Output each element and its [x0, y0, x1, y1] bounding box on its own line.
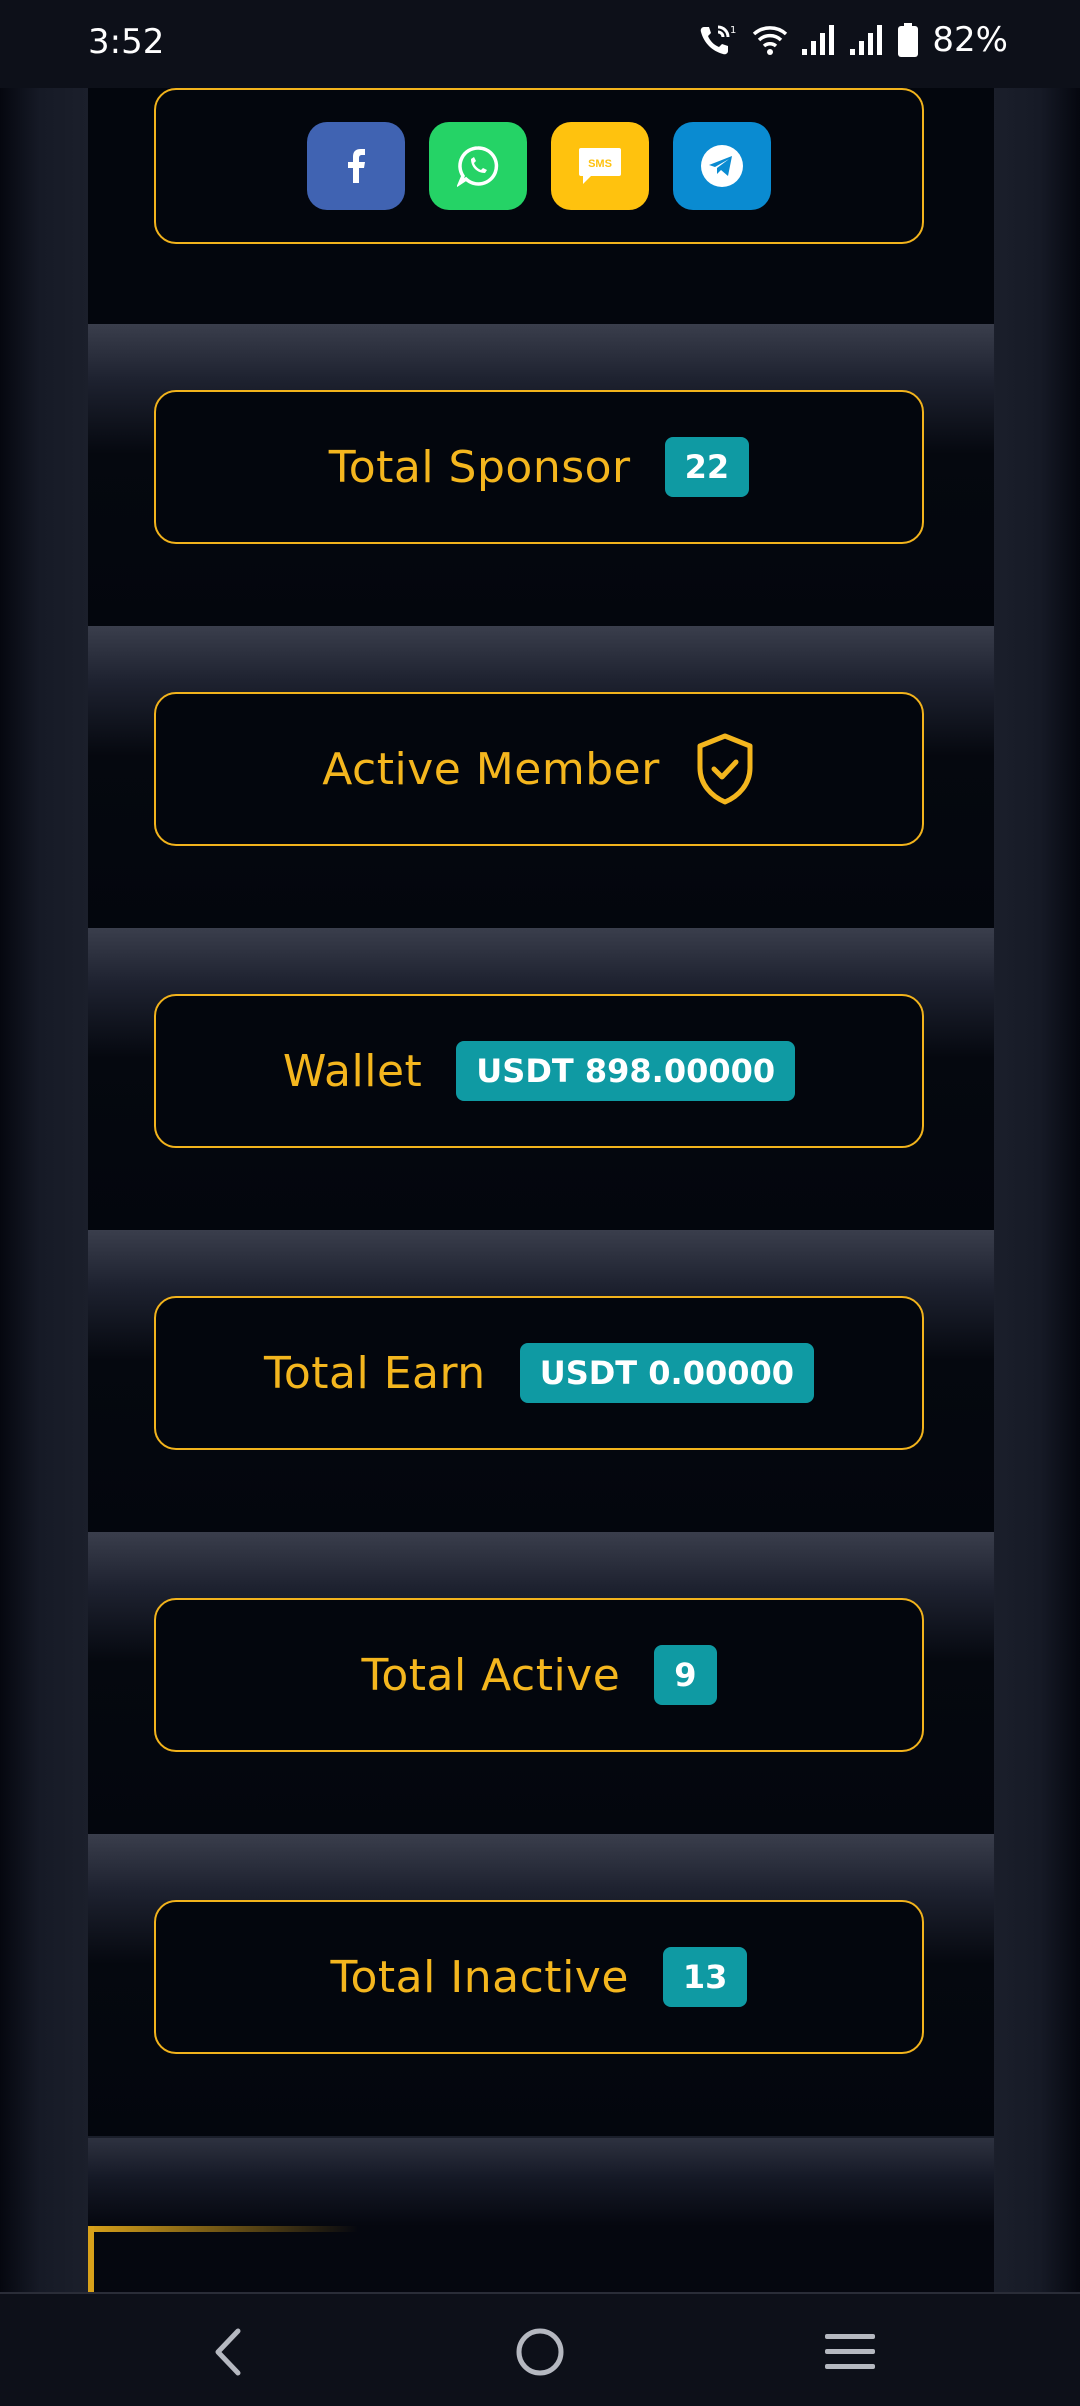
- status-time: 3:52: [88, 22, 165, 62]
- back-button[interactable]: [198, 2322, 258, 2382]
- next-card-frame: [88, 2226, 994, 2292]
- total-active-badge: 9: [654, 1645, 717, 1705]
- sponsor-section: Total Sponsor 22: [88, 324, 994, 626]
- total-earn-card: Total Earn USDT 0.00000: [154, 1296, 924, 1450]
- battery-percent: 82%: [932, 20, 1008, 60]
- total-inactive-badge: 13: [662, 1947, 748, 2007]
- status-bar: 3:52 1 82%: [0, 0, 1080, 88]
- wifi-call-icon: 1: [701, 25, 737, 55]
- telegram-icon: [701, 145, 743, 187]
- total-earn-badge: USDT 0.00000: [519, 1343, 815, 1403]
- svg-text:1: 1: [730, 25, 736, 36]
- facebook-share-button[interactable]: [307, 122, 405, 210]
- total-inactive-card: Total Inactive 13: [154, 1900, 924, 2054]
- telegram-share-button[interactable]: [673, 122, 771, 210]
- sms-icon: SMS: [579, 148, 621, 184]
- section-divider: [88, 2138, 994, 2226]
- navigation-bar: [0, 2292, 1080, 2406]
- wallet-section: Wallet USDT 898.00000: [88, 928, 994, 1230]
- stats-panel: SMS Total Sponsor 22 Active Member Walle…: [88, 88, 994, 2138]
- signal-icon: [850, 25, 883, 55]
- total-active-label: Total Active: [361, 1649, 621, 1701]
- battery-icon: [898, 23, 919, 57]
- recent-apps-button[interactable]: [820, 2322, 880, 2382]
- wallet-label: Wallet: [282, 1045, 423, 1097]
- total-active-card: Total Active 9: [154, 1598, 924, 1752]
- active-member-label: Active Member: [322, 743, 660, 795]
- total-sponsor-label: Total Sponsor: [328, 441, 631, 493]
- wallet-badge: USDT 898.00000: [456, 1041, 796, 1101]
- whatsapp-icon: [457, 146, 499, 187]
- wifi-icon: [753, 26, 788, 55]
- home-button[interactable]: [510, 2322, 570, 2382]
- sms-share-button[interactable]: SMS: [551, 122, 649, 210]
- share-section: SMS: [88, 88, 994, 324]
- total-active-section: Total Active 9: [88, 1532, 994, 1834]
- home-icon: [516, 2328, 564, 2376]
- share-card: SMS: [154, 88, 924, 244]
- active-member-card: Active Member: [154, 692, 924, 846]
- total-earn-label: Total Earn: [263, 1347, 486, 1399]
- total-earn-section: Total Earn USDT 0.00000: [88, 1230, 994, 1532]
- card-corner-accent: [88, 2226, 358, 2232]
- menu-icon: [825, 2334, 875, 2369]
- whatsapp-share-button[interactable]: [429, 122, 527, 210]
- active-member-section: Active Member: [88, 626, 994, 928]
- total-inactive-section: Total Inactive 13: [88, 1834, 994, 2136]
- facebook-icon: [348, 149, 365, 183]
- wallet-card: Wallet USDT 898.00000: [154, 994, 924, 1148]
- total-inactive-label: Total Inactive: [330, 1951, 629, 2003]
- signal-icon: [802, 25, 835, 55]
- card-corner-accent: [88, 2226, 94, 2292]
- status-icons: 1 82%: [698, 20, 1008, 60]
- back-icon: [215, 2328, 241, 2376]
- total-sponsor-card: Total Sponsor 22: [154, 390, 924, 544]
- svg-text:SMS: SMS: [588, 158, 612, 170]
- total-sponsor-badge: 22: [664, 437, 750, 497]
- shield-check-icon: [697, 733, 753, 805]
